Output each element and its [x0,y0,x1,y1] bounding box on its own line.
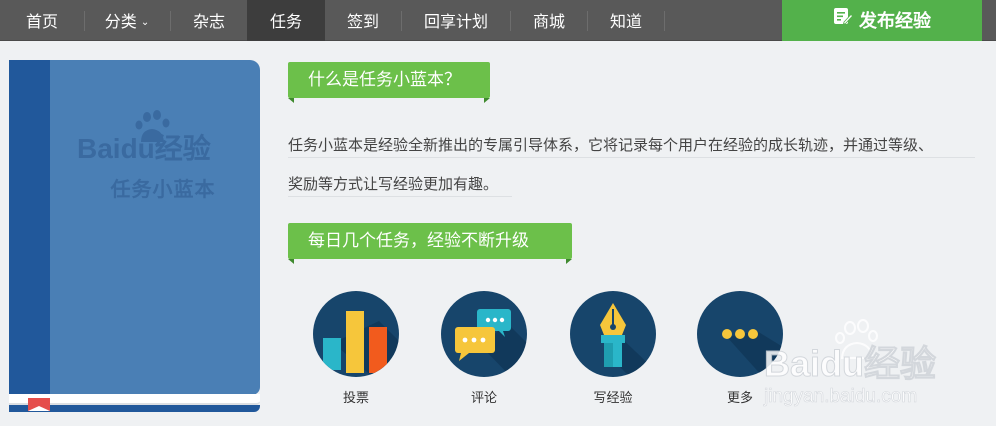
ribbon-fold [566,259,572,264]
task-label: 投票 [342,391,369,406]
book-spine [9,60,50,395]
chat-bubbles-icon [441,291,527,377]
nav-item-mall[interactable]: 商城 [511,0,587,41]
nav-item-checkin[interactable]: 签到 [325,0,401,41]
ribbon-label: 每日几个任务，经验不断升级 [288,223,572,259]
nav-item-category-label: 分类 [104,12,137,31]
baidu-watermark: Baidu经验 jingyan.baidu.com [763,319,937,407]
baidu-jingyan-logo: Baidu经验 [77,110,211,164]
description-line: 奖励等方式让写经验更加有趣。 [288,171,512,197]
top-nav: 首页 分类 ⌄ 杂志 任务 签到 回享计划 商城 知道 发布经验 [0,0,996,41]
nav-item-tasks[interactable]: 任务 [247,0,325,41]
nav-item-home[interactable]: 首页 [0,0,84,41]
section-heading-what-is: 什么是任务小蓝本？ [288,62,490,103]
task-vote[interactable]: 投票 [312,291,400,406]
task-comment[interactable]: 评论 [440,291,528,406]
nav-item-magazine[interactable]: 杂志 [171,0,247,41]
nav-item-share-plan[interactable]: 回享计划 [402,0,510,41]
ribbon-fold [484,98,490,103]
section-heading-daily-tasks: 每日几个任务，经验不断升级 [288,223,572,264]
fountain-pen-icon [570,291,656,377]
task-booklet-illustration: Baidu经验 任务小蓝本 [9,60,261,412]
chevron-down-icon: ⌄ [140,17,150,28]
task-write-experience[interactable]: 写经验 [569,291,657,406]
nav-item-zhidao[interactable]: 知道 [588,0,664,41]
watermark-url: jingyan.baidu.com [763,386,917,407]
nav-divider [664,11,665,31]
publish-button-label: 发布经验 [859,11,931,32]
watermark-brand: Baidu经验 [764,343,936,384]
book-title: 任务小蓝本 [110,177,216,201]
edit-icon [833,0,854,42]
nav-item-category[interactable]: 分类 ⌄ [85,0,169,41]
description-line: 任务小蓝本是经验全新推出的专属引导体系，它将记录每个用户在经验的成长轨迹，并通过… [288,132,975,158]
ribbon-fold [288,259,294,264]
ribbon-fold [288,98,294,103]
bookmark-ribbon [28,398,50,411]
bar-chart-icon [313,291,399,377]
task-label: 评论 [470,391,497,406]
task-label: 写经验 [593,391,633,406]
ribbon-label: 什么是任务小蓝本？ [288,62,490,98]
publish-experience-button[interactable]: 发布经验 [782,0,982,41]
book-logo-text: Baidu经验 [77,132,211,164]
